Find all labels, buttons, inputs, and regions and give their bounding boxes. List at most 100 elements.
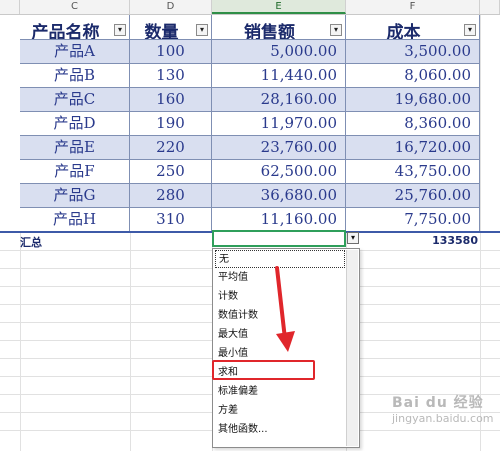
sales-total-cell[interactable] — [212, 230, 346, 247]
product-cell[interactable]: 产品B — [20, 64, 130, 88]
total-function-dropdown-button[interactable]: ▾ — [347, 232, 359, 244]
watermark-url: jingyan.baidu.com — [392, 412, 494, 425]
sales-cell[interactable]: 62,500.00 — [212, 160, 346, 184]
sales-cell[interactable]: 5,000.00 — [212, 40, 346, 64]
filter-dropdown-button[interactable]: ▾ — [330, 24, 342, 36]
quantity-cell[interactable]: 280 — [130, 184, 212, 208]
annotation-highlight-box — [212, 360, 315, 380]
cell-text: 3,500.00 — [404, 42, 471, 60]
cell-text: 310 — [156, 210, 185, 228]
quantity-cell[interactable]: 190 — [130, 112, 212, 136]
cell-text: 19,680.00 — [394, 90, 471, 108]
header-cell-quantity[interactable]: 数量 ▾ — [130, 15, 212, 40]
cell-text: 100 — [156, 42, 185, 60]
sales-cell[interactable]: 11,970.00 — [212, 112, 346, 136]
product-cell[interactable]: 产品G — [20, 184, 130, 208]
column-header-g[interactable] — [480, 0, 500, 14]
product-cell[interactable]: 产品H — [20, 208, 130, 232]
cost-cell[interactable]: 8,360.00 — [346, 112, 480, 136]
table-row: 产品H 310 11,160.00 7,750.00 — [0, 208, 500, 232]
table-row: 产品A 100 5,000.00 3,500.00 — [0, 40, 500, 64]
product-cell[interactable]: 产品D — [20, 112, 130, 136]
cell-text: 7,750.00 — [404, 210, 471, 228]
header-cell-sales[interactable]: 销售额 ▾ — [212, 15, 346, 40]
column-header-d[interactable]: D — [130, 0, 212, 14]
menu-item-stddev[interactable]: 标准偏差 — [215, 383, 345, 401]
table-row: 产品G 280 36,680.00 25,760.00 — [0, 184, 500, 208]
cell-text: 产品D — [53, 114, 96, 132]
cost-cell[interactable]: 8,060.00 — [346, 64, 480, 88]
filter-dropdown-button[interactable]: ▾ — [114, 24, 126, 36]
cell-text: 250 — [156, 162, 185, 180]
cost-cell[interactable]: 19,680.00 — [346, 88, 480, 112]
cell-text: 190 — [156, 114, 185, 132]
filter-dropdown-button[interactable]: ▾ — [464, 24, 476, 36]
product-cell[interactable]: 产品C — [20, 88, 130, 112]
column-header-bar: C D E F — [0, 0, 500, 15]
table-header-row: 产品名称 ▾ 数量 ▾ 销售额 ▾ 成本 ▾ — [0, 15, 500, 40]
table-row: 产品E 220 23,760.00 16,720.00 — [0, 136, 500, 160]
baidu-watermark: Bai du 经验 jingyan.baidu.com — [392, 392, 494, 425]
menu-scrollbar[interactable] — [346, 250, 358, 446]
table-row: 产品C 160 28,160.00 19,680.00 — [0, 88, 500, 112]
sales-cell[interactable]: 11,440.00 — [212, 64, 346, 88]
cell-text: 产品B — [53, 66, 96, 84]
table-row: 产品D 190 11,970.00 8,360.00 — [0, 112, 500, 136]
header-cell-product[interactable]: 产品名称 ▾ — [20, 15, 130, 40]
cell-text: 11,970.00 — [260, 114, 337, 132]
watermark-logo: Bai du 经验 — [392, 395, 484, 411]
cell-text: 280 — [156, 186, 185, 204]
product-cell[interactable]: 产品F — [20, 160, 130, 184]
cell-text: 产品C — [53, 90, 96, 108]
cost-cell[interactable]: 16,720.00 — [346, 136, 480, 160]
sales-cell[interactable]: 23,760.00 — [212, 136, 346, 160]
cost-cell[interactable]: 25,760.00 — [346, 184, 480, 208]
cell-text: 产品F — [54, 162, 95, 180]
cost-cell[interactable]: 7,750.00 — [346, 208, 480, 232]
menu-item-average[interactable]: 平均值 — [215, 269, 345, 287]
sheet-grid[interactable]: 产品名称 ▾ 数量 ▾ 销售额 ▾ 成本 ▾ 产品A 100 5,000.00 … — [0, 15, 500, 451]
cell-text: 11,440.00 — [260, 66, 337, 84]
quantity-cell[interactable]: 310 — [130, 208, 212, 232]
sales-cell[interactable]: 36,680.00 — [212, 184, 346, 208]
quantity-cell[interactable]: 130 — [130, 64, 212, 88]
header-label: 数量 — [144, 23, 179, 40]
quantity-cell[interactable]: 100 — [130, 40, 212, 64]
cell-text: 产品E — [54, 138, 95, 156]
cell-text: 220 — [156, 138, 185, 156]
total-label: 汇总 — [20, 236, 42, 249]
menu-item-more-functions[interactable]: 其他函数... — [215, 421, 345, 439]
quantity-cell[interactable]: 250 — [130, 160, 212, 184]
menu-item-count[interactable]: 计数 — [215, 288, 345, 306]
column-header-e[interactable]: E — [212, 0, 346, 14]
total-function-menu[interactable]: 无 平均值 计数 数值计数 最大值 最小值 求和 标准偏差 方差 其他函数... — [212, 248, 360, 448]
cost-total-value[interactable]: 133580 — [432, 234, 478, 247]
cost-cell[interactable]: 3,500.00 — [346, 40, 480, 64]
cell-text: 130 — [156, 66, 185, 84]
product-cell[interactable]: 产品A — [20, 40, 130, 64]
corner-cell[interactable] — [0, 0, 20, 14]
cell-text: 5,000.00 — [270, 42, 337, 60]
menu-item-none[interactable]: 无 — [215, 250, 345, 268]
menu-item-count-numbers[interactable]: 数值计数 — [215, 307, 345, 325]
header-label: 销售额 — [244, 23, 295, 40]
sales-cell[interactable]: 28,160.00 — [212, 88, 346, 112]
filter-dropdown-button[interactable]: ▾ — [196, 24, 208, 36]
cell-text: 25,760.00 — [394, 186, 471, 204]
cell-text: 28,160.00 — [260, 90, 337, 108]
cell-text: 16,720.00 — [394, 138, 471, 156]
cell-text: 8,060.00 — [404, 66, 471, 84]
product-cell[interactable]: 产品E — [20, 136, 130, 160]
column-header-f[interactable]: F — [346, 0, 480, 14]
column-header-c[interactable]: C — [20, 0, 130, 14]
menu-item-variance[interactable]: 方差 — [215, 402, 345, 420]
cell-text: 160 — [156, 90, 185, 108]
menu-item-max[interactable]: 最大值 — [215, 326, 345, 344]
sales-cell[interactable]: 11,160.00 — [212, 208, 346, 232]
cell-text: 产品H — [52, 210, 97, 228]
quantity-cell[interactable]: 160 — [130, 88, 212, 112]
header-cell-cost[interactable]: 成本 ▾ — [346, 15, 480, 40]
cost-cell[interactable]: 43,750.00 — [346, 160, 480, 184]
cell-text: 产品A — [54, 42, 95, 60]
quantity-cell[interactable]: 220 — [130, 136, 212, 160]
